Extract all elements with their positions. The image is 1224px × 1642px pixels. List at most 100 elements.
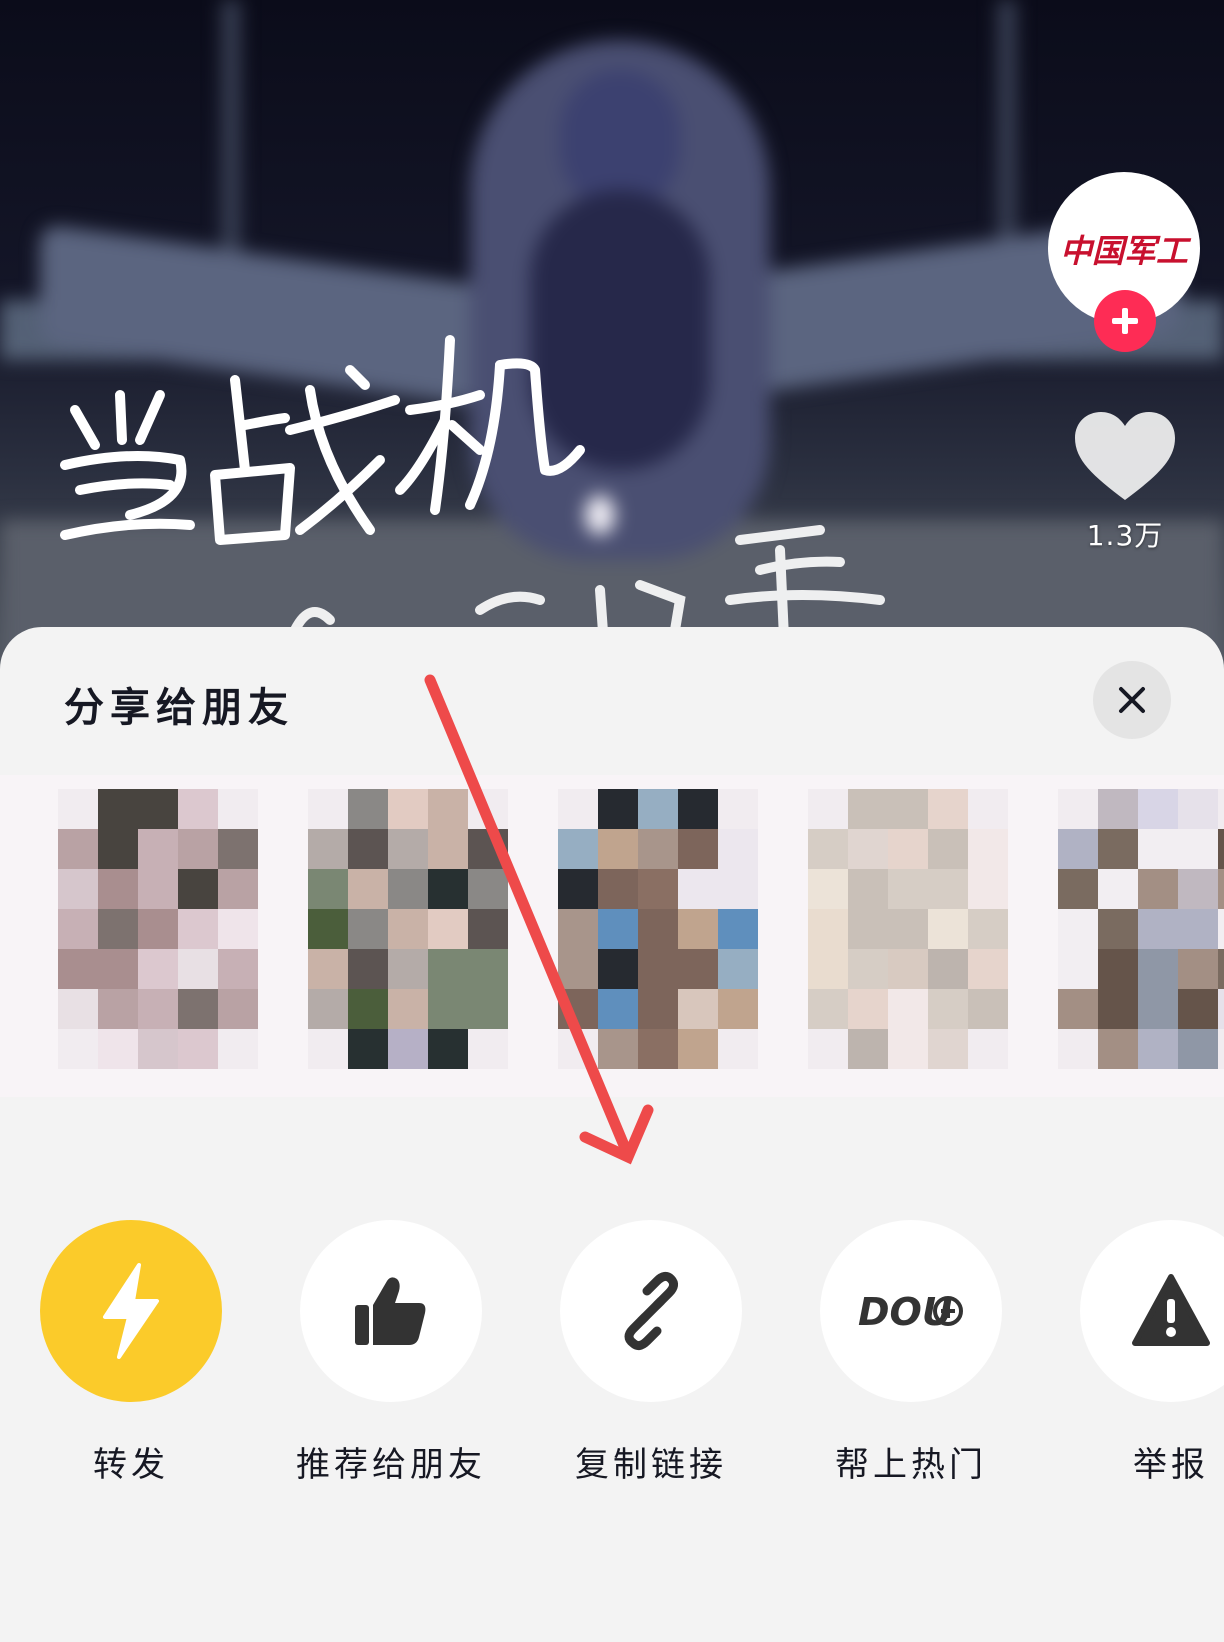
mosaic-cell (218, 869, 258, 909)
mosaic-cell (58, 1029, 98, 1069)
mosaic-cell (968, 829, 1008, 869)
mosaic-cell (1098, 869, 1138, 909)
mosaic-cell (888, 949, 928, 989)
mosaic-cell (178, 789, 218, 829)
mosaic-cell (1138, 1029, 1178, 1069)
mosaic-cell (1058, 949, 1098, 989)
mosaic-cell (428, 949, 468, 989)
mosaic-cell (348, 909, 388, 949)
mosaic-cell (98, 989, 138, 1029)
mosaic-cell (98, 1029, 138, 1069)
mosaic-cell (58, 789, 98, 829)
dou-plus-icon: DOU (858, 1290, 963, 1334)
mosaic-cell (308, 949, 348, 989)
mosaic-cell (178, 1029, 218, 1069)
mosaic-cell (138, 789, 178, 829)
mosaic-cell (678, 1029, 718, 1069)
mosaic-cell (598, 789, 638, 829)
lightning-icon (103, 1263, 159, 1359)
mosaic-cell (558, 989, 598, 1029)
mosaic-cell (678, 949, 718, 989)
mosaic-cell (598, 829, 638, 869)
mosaic-cell (218, 789, 258, 829)
mosaic-cell (98, 829, 138, 869)
mosaic-cell (848, 869, 888, 909)
mosaic-cell (808, 829, 848, 869)
mosaic-cell (178, 869, 218, 909)
friend-item[interactable] (290, 775, 538, 1097)
mosaic-cell (98, 909, 138, 949)
friend-item[interactable] (540, 775, 788, 1097)
mosaic-cell (58, 829, 98, 869)
mosaic-cell (808, 1029, 848, 1069)
mosaic-cell (1218, 949, 1224, 989)
friend-item[interactable] (40, 775, 288, 1097)
svg-text:DOU: DOU (858, 1290, 953, 1334)
share-actions: 转发 推荐给朋友 复制链接 DOU 帮上热门 举报 (0, 1220, 1224, 1485)
friend-item[interactable] (790, 775, 1038, 1097)
mosaic-cell (888, 909, 928, 949)
mosaic-cell (1218, 869, 1224, 909)
mosaic-cell (1218, 829, 1224, 869)
like-count: 1.3万 (1086, 519, 1164, 552)
mosaic-cell (218, 949, 258, 989)
copy-link-button[interactable] (560, 1220, 742, 1402)
follow-button[interactable] (1094, 290, 1156, 352)
report-button[interactable] (1080, 1220, 1224, 1402)
mosaic-cell (558, 789, 598, 829)
mosaic-cell (718, 829, 758, 869)
mosaic-cell (1058, 909, 1098, 949)
warning-icon (1132, 1274, 1210, 1346)
mosaic-cell (638, 789, 678, 829)
forward-button[interactable] (40, 1220, 222, 1402)
account-avatar-group[interactable]: 中国军工 (1048, 172, 1200, 352)
mosaic-cell (718, 1029, 758, 1069)
recommend-button[interactable] (300, 1220, 482, 1402)
mosaic-cell (888, 789, 928, 829)
mosaic-cell (98, 869, 138, 909)
mosaic-cell (1218, 1029, 1224, 1069)
link-icon (624, 1271, 679, 1351)
mosaic-cell (888, 869, 928, 909)
mosaic-cell (968, 989, 1008, 1029)
mosaic-cell (928, 909, 968, 949)
mosaic-cell (718, 989, 758, 1029)
action-label: 举报 (1133, 1445, 1209, 1485)
mosaic-cell (598, 949, 638, 989)
mosaic-cell (178, 949, 218, 989)
mosaic-cell (388, 869, 428, 909)
action-label: 转发 (93, 1445, 169, 1485)
video-player[interactable] (0, 0, 1224, 680)
mosaic-cell (388, 829, 428, 869)
mosaic-cell (1138, 909, 1178, 949)
friends-list[interactable] (0, 775, 1224, 1097)
mosaic-cell (1058, 1029, 1098, 1069)
mosaic-cell (138, 829, 178, 869)
close-icon (1119, 687, 1145, 713)
mosaic-cell (98, 789, 138, 829)
mosaic-cell (968, 869, 1008, 909)
mosaic-cell (1138, 949, 1178, 989)
mosaic-cell (1178, 789, 1218, 829)
mosaic-cell (1098, 949, 1138, 989)
like-group[interactable]: 1.3万 (1070, 410, 1180, 554)
friend-item[interactable] (1040, 775, 1224, 1097)
close-button[interactable] (1093, 661, 1171, 739)
sheet-title: 分享给朋友 (64, 685, 294, 731)
mosaic-cell (808, 789, 848, 829)
mosaic-cell (598, 989, 638, 1029)
action-report[interactable]: 举报 (1080, 1220, 1224, 1485)
dou-plus-button[interactable]: DOU (820, 1220, 1002, 1402)
mosaic-cell (58, 949, 98, 989)
mosaic-cell (1218, 989, 1224, 1029)
heart-icon[interactable] (1073, 410, 1177, 502)
mosaic-cell (1178, 869, 1218, 909)
mosaic-cell (808, 989, 848, 1029)
mosaic-cell (1138, 789, 1178, 829)
mosaic-cell (598, 909, 638, 949)
mosaic-cell (928, 949, 968, 989)
mosaic-cell (1058, 869, 1098, 909)
mosaic-cell (928, 869, 968, 909)
mosaic-cell (138, 1029, 178, 1069)
mosaic-cell (1178, 829, 1218, 869)
